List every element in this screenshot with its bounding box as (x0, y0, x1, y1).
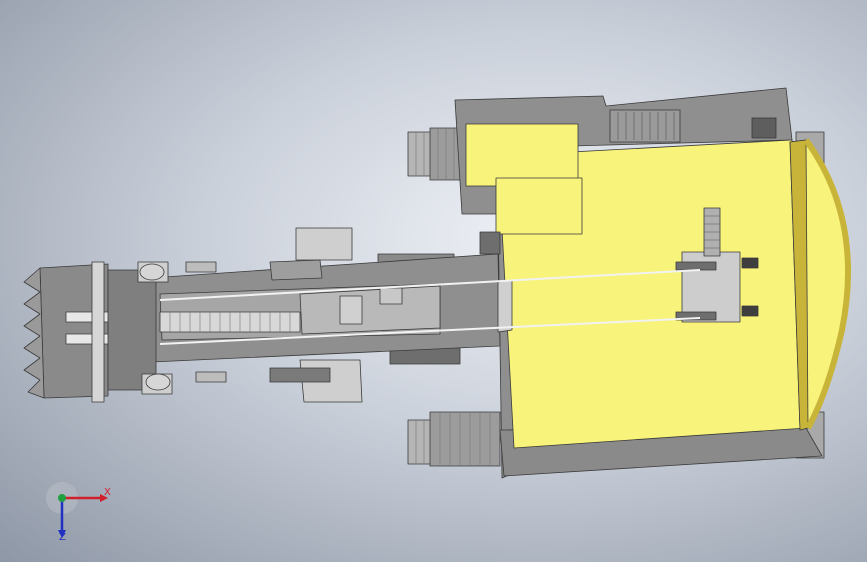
excavator-model (23, 87, 852, 479)
cab-roof (465, 123, 583, 235)
cad-viewport[interactable]: X Z (0, 0, 867, 562)
z-axis-label: Z (59, 532, 66, 543)
x-axis-label: X (104, 487, 111, 498)
